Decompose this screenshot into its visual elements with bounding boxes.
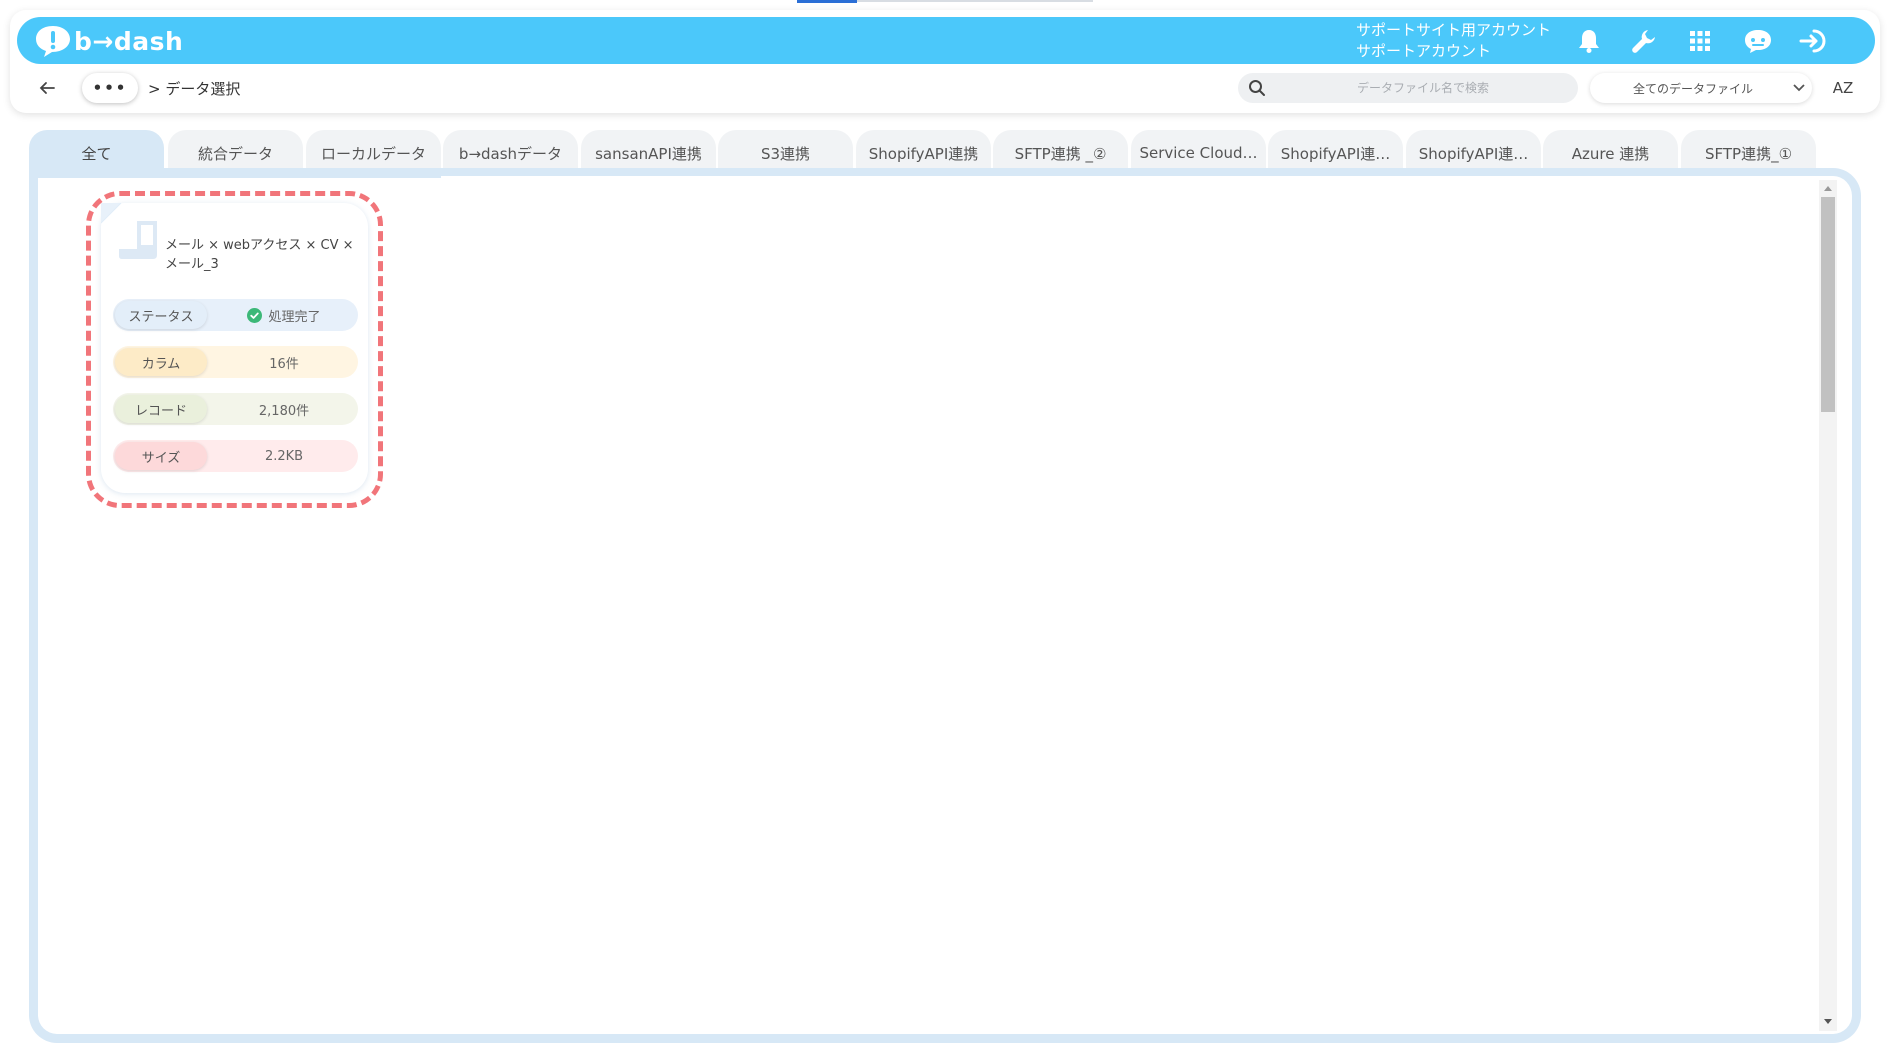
size-value: 2.2KB	[264, 448, 304, 464]
column-label: カラム	[115, 348, 207, 376]
apps-button[interactable]	[1684, 25, 1716, 57]
check-circle-icon	[247, 307, 263, 323]
status-text: 処理完了	[268, 309, 321, 325]
status-value: 処理完了	[213, 299, 355, 331]
bell-icon	[1579, 30, 1599, 53]
card-size-row: サイズ 2.2KB	[113, 440, 358, 472]
search-box	[1238, 73, 1578, 103]
card-record-row: レコード 2,180件	[113, 393, 358, 425]
filter-selected: 全てのデータファイル	[1632, 81, 1753, 96]
file-corner-icon	[101, 203, 157, 259]
logo-text: b→dash	[74, 26, 184, 56]
breadcrumb-current: データ選択	[165, 80, 241, 98]
back-button[interactable]	[34, 77, 60, 99]
ellipsis-icon: •••	[92, 79, 128, 97]
logout-button[interactable]	[1798, 25, 1830, 57]
record-value: 2,180件	[258, 403, 310, 419]
account-info[interactable]: サポートサイト用アカウント サポートアカウント	[1356, 20, 1551, 62]
active-tab-joint	[29, 168, 441, 178]
account-line1: サポートサイト用アカウント	[1356, 21, 1552, 39]
scrollbar-thumb[interactable]	[1821, 197, 1835, 412]
search-input[interactable]	[1278, 73, 1568, 103]
column-value: 16件	[269, 356, 299, 372]
arrow-left-icon	[39, 82, 55, 94]
chevron-down-icon	[1786, 84, 1812, 92]
data-file-filter-select[interactable]: 全てのデータファイル	[1590, 73, 1812, 103]
app-logo[interactable]: b→dash	[34, 22, 183, 60]
breadcrumb-more-button[interactable]: •••	[82, 73, 138, 103]
size-label: サイズ	[115, 442, 207, 470]
sort-az-icon: AZ	[1832, 79, 1854, 97]
card-title: メール × webアクセス × CV × メール_3	[165, 236, 355, 274]
chat-bot-icon	[1745, 30, 1771, 53]
scroll-down-arrow-icon[interactable]	[1821, 1015, 1835, 1027]
grid-icon	[1690, 31, 1710, 51]
sort-az-button[interactable]: AZ	[1828, 75, 1858, 101]
record-label: レコード	[115, 395, 207, 423]
wrench-icon	[1632, 30, 1655, 53]
top-progress-indicator	[797, 0, 857, 3]
settings-button[interactable]	[1628, 25, 1660, 57]
logout-icon	[1799, 29, 1826, 53]
breadcrumb: > データ選択	[148, 78, 240, 99]
scroll-up-arrow-icon[interactable]	[1821, 182, 1835, 194]
notification-button[interactable]	[1573, 25, 1605, 57]
breadcrumb-separator: >	[148, 80, 161, 98]
chat-support-button[interactable]	[1742, 25, 1774, 57]
status-label: ステータス	[115, 301, 207, 329]
card-title-line2: メール_3	[165, 257, 219, 272]
card-column-row: カラム 16件	[113, 346, 358, 378]
top-progress-track	[857, 0, 1093, 2]
account-line2: サポートアカウント	[1356, 42, 1492, 60]
card-status-row: ステータス 処理完了	[113, 299, 358, 331]
logo-bubble-icon	[36, 26, 70, 57]
card-title-line1: メール × webアクセス × CV ×	[165, 238, 354, 253]
search-icon	[1249, 80, 1265, 96]
